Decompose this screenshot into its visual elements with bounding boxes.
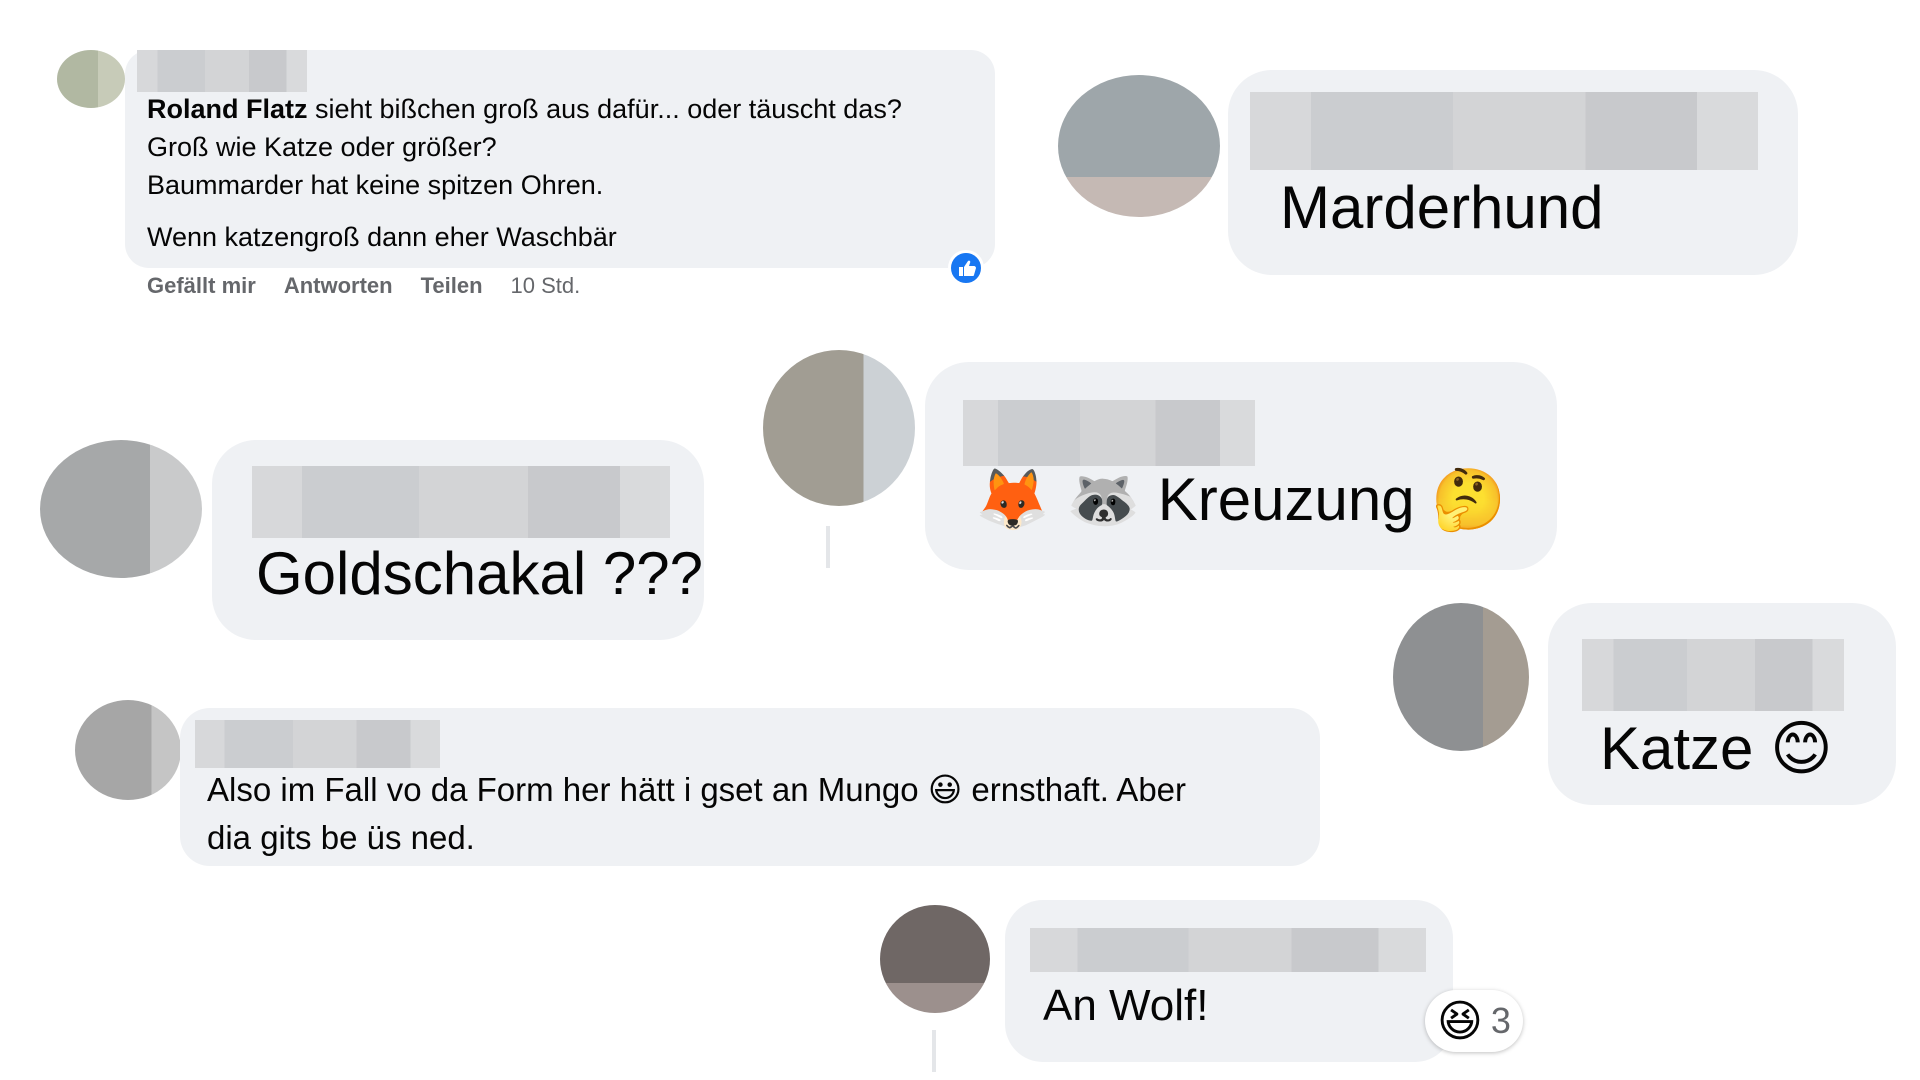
comment-line: ernsthaft. Aber (962, 771, 1187, 808)
thumbs-up-icon[interactable] (948, 250, 984, 286)
thread-line (932, 1030, 936, 1072)
comment-word: Kreuzung (1157, 466, 1415, 533)
redacted-name (1030, 928, 1426, 972)
like-button[interactable]: Gefällt mir (147, 273, 256, 298)
comment-text: Roland Flatz sieht bißchen groß aus dafü… (147, 90, 902, 256)
laughing-face-icon: 😆 (1437, 995, 1483, 1047)
avatar[interactable] (57, 50, 125, 108)
mention-roland-flatz[interactable]: Roland Flatz (147, 94, 308, 124)
comment-bubble-goldschakal: Goldschakal ??? (212, 440, 704, 640)
comment-line: Baummarder hat keine spitzen Ohren. (147, 170, 604, 200)
reaction-badge[interactable]: 😆 3 (1425, 990, 1523, 1052)
redacted-name (137, 50, 307, 92)
comment-text: An Wolf! (1043, 981, 1209, 1030)
fox-icon: 🦊 (975, 465, 1050, 535)
comment-line: Also im Fall vo da Form her hätt i gset … (207, 771, 928, 808)
redacted-name (1250, 92, 1758, 170)
raccoon-icon: 🦝 (1066, 465, 1142, 535)
redacted-name (1582, 639, 1844, 711)
avatar[interactable] (1058, 75, 1220, 217)
grinning-face-icon: 😃 (927, 770, 963, 809)
comment-bubble-wolf: An Wolf! (1005, 900, 1453, 1062)
comment-text: Katze 😊 (1600, 719, 1833, 780)
smiling-face-icon: 😊 (1770, 714, 1833, 784)
thread-line (826, 526, 830, 568)
comment-bubble-katze: Katze 😊 (1548, 603, 1896, 805)
comment-line: dia gits be üs ned. (207, 819, 475, 856)
reply-button[interactable]: Antworten (284, 273, 393, 298)
comment-word: Katze (1600, 715, 1754, 782)
comment-text: Goldschakal ??? (256, 540, 703, 607)
avatar[interactable] (1393, 603, 1529, 751)
comment-bubble-marderhund: Marderhund (1228, 70, 1798, 275)
redacted-name (195, 720, 440, 768)
avatar[interactable] (75, 700, 181, 800)
thinking-face-icon: 🤔 (1431, 465, 1507, 535)
redacted-name (252, 466, 670, 538)
timestamp[interactable]: 10 Std. (511, 273, 581, 298)
comment-text: 🦊 🦝 Kreuzung 🤔 (975, 470, 1506, 531)
comment-bubble-kreuzung: 🦊 🦝 Kreuzung 🤔 (925, 362, 1557, 570)
comment-actions: Gefällt mir Antworten Teilen 10 Std. (147, 273, 608, 299)
avatar[interactable] (880, 905, 990, 1013)
avatar[interactable] (40, 440, 202, 578)
redacted-name (963, 400, 1255, 466)
comment-line: Wenn katzengroß dann eher Waschbär (147, 222, 617, 252)
comment-text: Also im Fall vo da Form her hätt i gset … (207, 766, 1186, 862)
comment-line: sieht bißchen groß aus dafür... oder täu… (307, 94, 902, 124)
comment-line: Groß wie Katze oder größer? (147, 132, 497, 162)
comment-bubble-mungo: Also im Fall vo da Form her hätt i gset … (180, 708, 1320, 866)
share-button[interactable]: Teilen (421, 273, 483, 298)
avatar[interactable] (763, 350, 915, 506)
comment-text: Marderhund (1280, 174, 1604, 241)
comment-bubble-roland: Roland Flatz sieht bißchen groß aus dafü… (125, 50, 995, 268)
reaction-count: 3 (1490, 1000, 1511, 1041)
